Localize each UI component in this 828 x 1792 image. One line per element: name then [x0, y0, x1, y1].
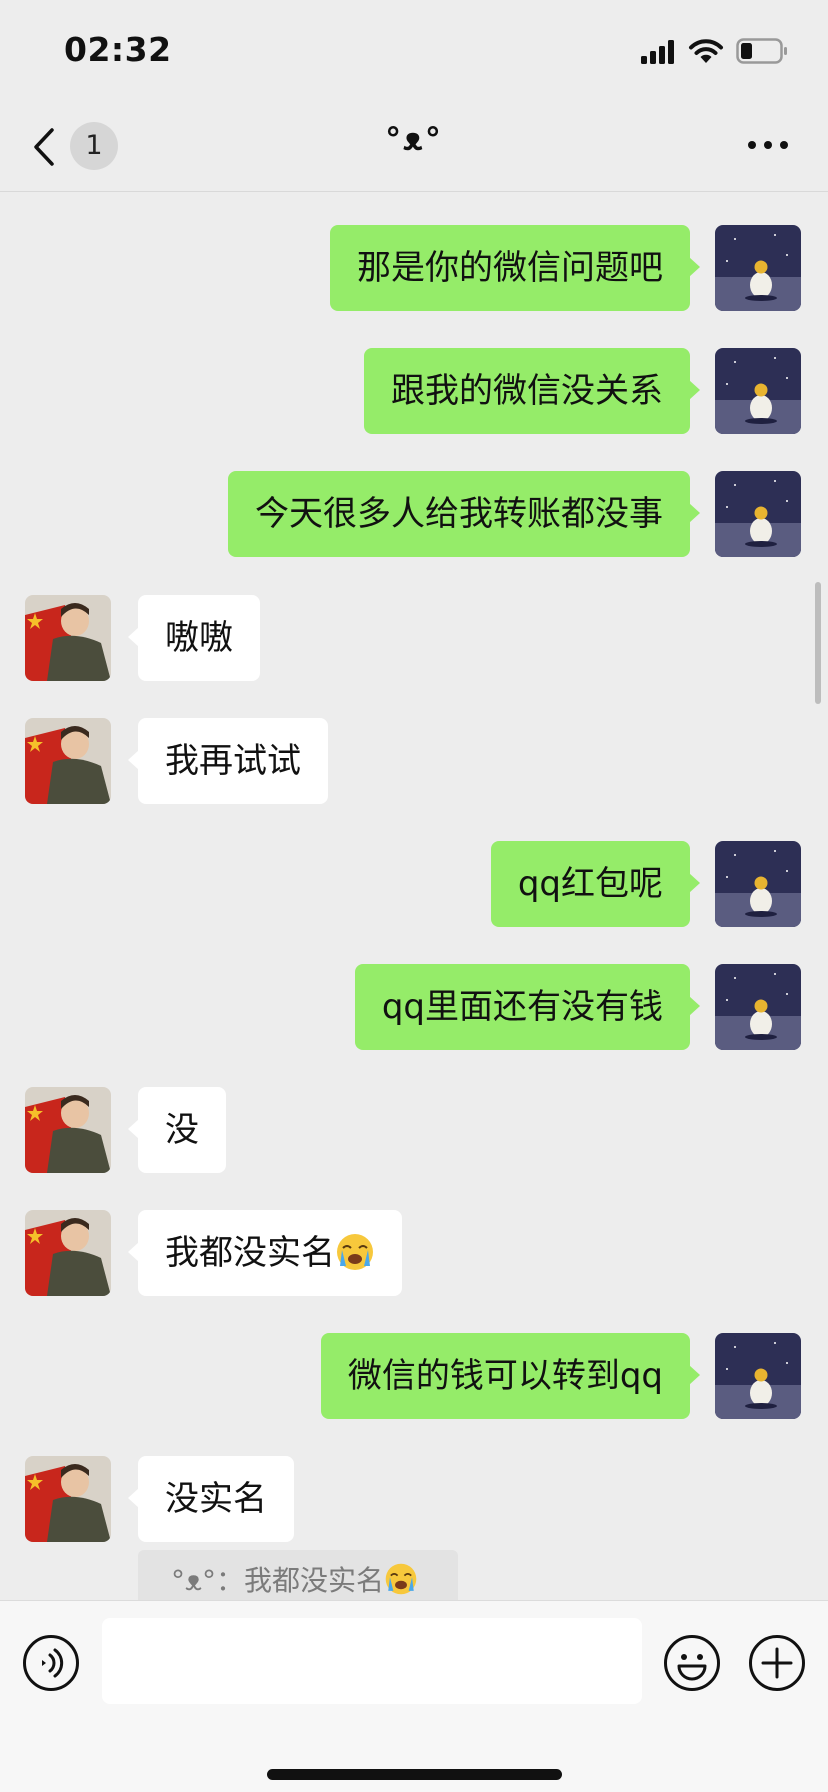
message-bubble-outgoing[interactable]: 微信的钱可以转到qq: [320, 1333, 701, 1419]
message-bubble-outgoing[interactable]: qq红包呢: [490, 841, 701, 927]
battery-icon: [736, 38, 787, 64]
status-bar: 02:32: [0, 0, 828, 100]
loudly-crying-face-icon: [385, 1563, 417, 1595]
quote-sender: °ᴥ°: [171, 1564, 216, 1597]
input-toolbar: [0, 1600, 828, 1792]
message-text: 今天很多人给我转账都没事: [255, 494, 663, 534]
wifi-icon: [689, 39, 723, 63]
message-bubble-outgoing[interactable]: qq里面还有没有钱: [354, 964, 701, 1050]
quote-text: 我都没实名: [244, 1564, 385, 1597]
message-text: 没: [165, 1110, 199, 1150]
message-text: qq里面还有没有钱: [381, 987, 663, 1027]
my-avatar[interactable]: [715, 225, 801, 311]
my-avatar[interactable]: [715, 964, 801, 1050]
chat-header: 1 °ᴥ°: [0, 100, 828, 192]
message-bubble-incoming[interactable]: 没: [128, 1087, 226, 1173]
message-text: 那是你的微信问题吧: [357, 248, 663, 288]
quote-separator: ：: [216, 1564, 245, 1597]
unread-count-badge[interactable]: 1: [70, 122, 118, 170]
home-indicator[interactable]: [267, 1769, 562, 1780]
message-bubble-outgoing[interactable]: 今天很多人给我转账都没事: [228, 471, 700, 557]
quoted-message[interactable]: °ᴥ°：我都没实名: [138, 1550, 458, 1600]
contact-avatar[interactable]: [25, 1456, 111, 1542]
message-text: 我都没实名: [165, 1233, 335, 1273]
message-bubble-incoming[interactable]: 嗷嗷: [128, 595, 260, 681]
message-text: 嗷嗷: [165, 618, 233, 658]
message-bubble-incoming[interactable]: 没实名: [128, 1456, 294, 1542]
message-input[interactable]: [102, 1618, 642, 1704]
status-time: 02:32: [64, 30, 172, 69]
message-text: 没实名: [165, 1479, 267, 1519]
contact-avatar[interactable]: [25, 595, 111, 681]
contact-avatar[interactable]: [25, 1210, 111, 1296]
message-bubble-outgoing[interactable]: 那是你的微信问题吧: [330, 225, 700, 311]
chevron-left-icon[interactable]: [30, 126, 60, 168]
my-avatar[interactable]: [715, 1333, 801, 1419]
my-avatar[interactable]: [715, 841, 801, 927]
plus-circle-icon[interactable]: [748, 1634, 806, 1692]
message-text: 跟我的微信没关系: [391, 371, 663, 411]
chat-title: °ᴥ°: [385, 120, 443, 158]
message-bubble-outgoing[interactable]: 跟我的微信没关系: [364, 348, 700, 434]
scrollbar[interactable]: [815, 582, 821, 704]
emoji-icon[interactable]: [663, 1634, 721, 1692]
message-bubble-incoming[interactable]: 我再试试: [128, 718, 328, 804]
message-bubble-incoming[interactable]: 我都没实名: [128, 1210, 402, 1296]
voice-icon[interactable]: [22, 1634, 80, 1692]
contact-avatar[interactable]: [25, 1087, 111, 1173]
message-list[interactable]: 那是你的微信问题吧 跟我的微信没关系 今天很多人给我转账都没事 嗷嗷 我再试试 …: [0, 193, 828, 1600]
more-dots-icon[interactable]: [746, 138, 790, 152]
message-text: 我再试试: [165, 741, 301, 781]
contact-avatar[interactable]: [25, 718, 111, 804]
my-avatar[interactable]: [715, 471, 801, 557]
cellular-signal-icon: [641, 40, 674, 64]
message-text: qq红包呢: [517, 864, 663, 904]
loudly-crying-face-icon: [337, 1233, 373, 1270]
my-avatar[interactable]: [715, 348, 801, 434]
message-text: 微信的钱可以转到qq: [347, 1356, 663, 1396]
